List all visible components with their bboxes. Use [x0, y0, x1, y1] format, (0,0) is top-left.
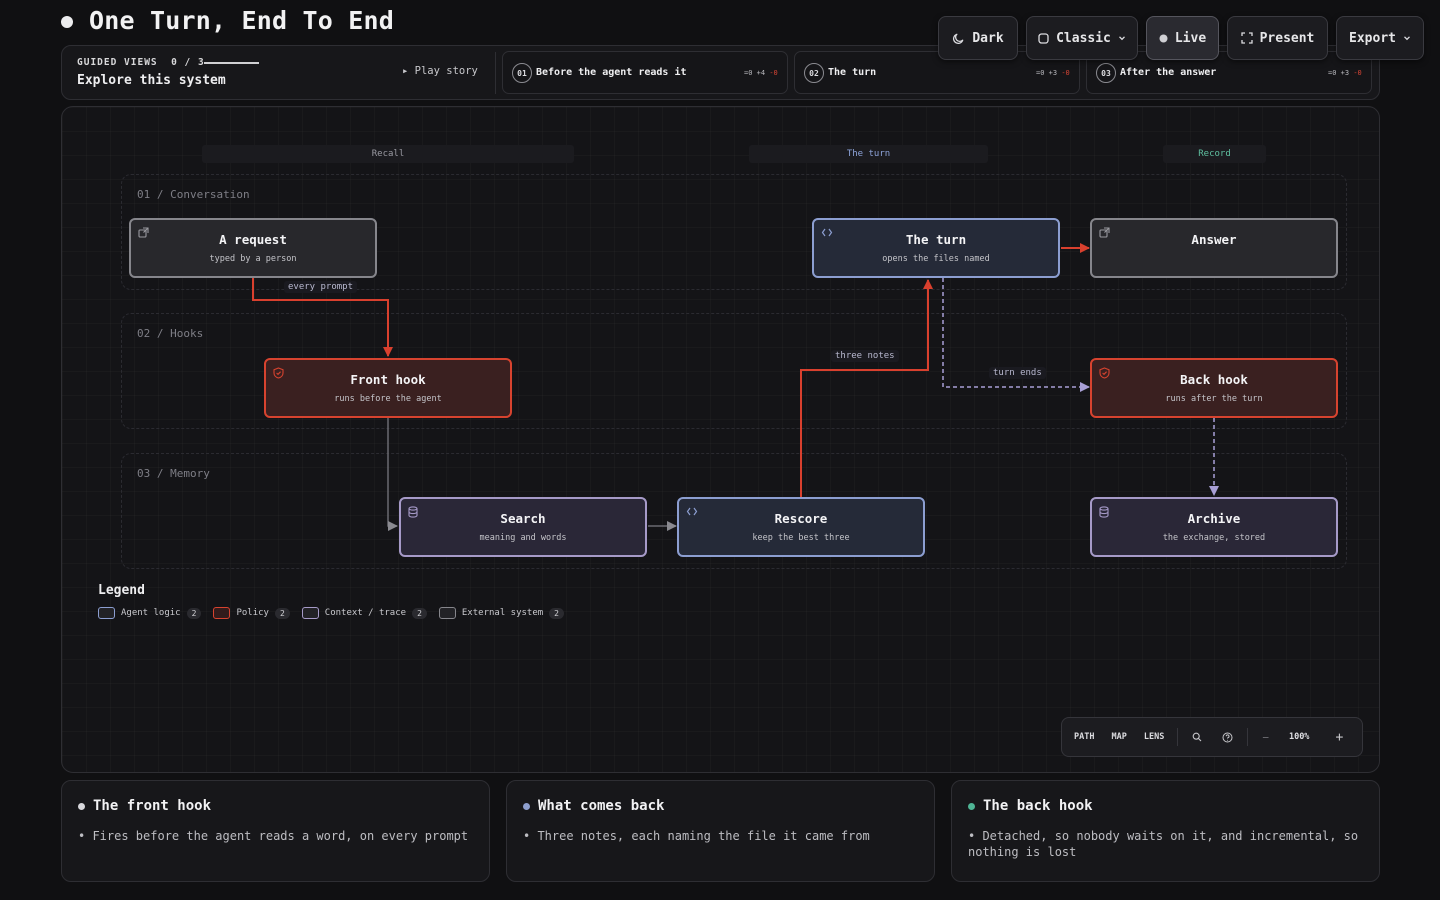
external-link-icon [138, 227, 149, 238]
node-title: Search [500, 511, 546, 526]
zoom-level: 100% [1288, 732, 1310, 742]
legend-swatch [301, 607, 319, 619]
legend-title: Legend [98, 583, 145, 598]
legend-count: 2 [412, 607, 427, 619]
edge-front-hook-to-search [387, 418, 398, 531]
card-title: What comes back [538, 798, 665, 814]
legend-item-policy[interactable]: Policy 2 [213, 607, 290, 619]
node-archive[interactable]: Archive the exchange, stored [1090, 497, 1338, 557]
node-title: Answer [1191, 232, 1237, 247]
node-title: A request [219, 232, 287, 247]
card-title: The front hook [93, 798, 212, 814]
node-title: The turn [905, 232, 967, 247]
node-title: Back hook [1180, 372, 1248, 387]
node-title: Front hook [350, 372, 426, 387]
path-button[interactable]: PATH [1074, 732, 1094, 742]
code-icon [686, 507, 698, 516]
edge-layer [252, 243, 1219, 531]
node-subtitle: meaning and words [479, 533, 567, 543]
legend-swatch [438, 607, 456, 619]
zoom-in-button[interactable]: + [1335, 730, 1343, 745]
help-icon [1222, 732, 1233, 742]
node-subtitle: the exchange, stored [1162, 533, 1266, 543]
controls-divider [1177, 728, 1179, 746]
legend-count: 2 [186, 607, 202, 619]
node-search[interactable]: Search meaning and words [399, 497, 647, 557]
legend-item-context-trace[interactable]: Context / trace 2 [301, 607, 427, 619]
card-body: • Three notes, each naming the file it c… [523, 829, 870, 843]
legend-count: 2 [549, 607, 564, 619]
node-title: Rescore [774, 511, 828, 526]
legend-swatch [213, 607, 231, 619]
node-subtitle: runs after the turn [1165, 394, 1263, 404]
legend-label: External system [461, 608, 544, 618]
search-icon [1192, 732, 1202, 742]
node-back-hook[interactable]: Back hook runs after the turn [1090, 358, 1338, 418]
legend: Agent logic 2 Policy 2 Context / trace 2… [98, 607, 564, 619]
legend-label: Policy [236, 608, 269, 618]
legend-label: Agent logic [121, 608, 181, 618]
node-request[interactable]: A request typed by a person [129, 218, 377, 278]
node-rescore[interactable]: Rescore keep the best three [677, 497, 925, 557]
code-icon [821, 228, 833, 237]
canvas-controls: PATH MAP LENS − 100% + [1061, 717, 1363, 757]
external-link-icon [1099, 227, 1110, 238]
card-back-hook: The back hook • Detached, so nobody wait… [951, 780, 1380, 882]
node-subtitle: typed by a person [209, 254, 297, 264]
controls-divider [1247, 728, 1249, 746]
lens-button[interactable]: LENS [1144, 732, 1164, 742]
legend-item-external-system[interactable]: External system 2 [438, 607, 564, 619]
map-button[interactable]: MAP [1111, 732, 1126, 742]
card-what-comes-back: What comes back • Three notes, each nami… [506, 780, 935, 882]
card-dot [523, 802, 530, 810]
edge-label-three-notes: three notes [831, 350, 899, 362]
card-body: • Fires before the agent reads a word, o… [78, 829, 469, 843]
node-subtitle: opens the files named [882, 254, 990, 264]
legend-swatch [98, 607, 115, 619]
card-dot [78, 802, 85, 810]
zoom-out-button[interactable]: − [1262, 731, 1269, 744]
legend-label: Context / trace [324, 608, 407, 618]
node-front-hook[interactable]: Front hook runs before the agent [264, 358, 512, 418]
node-subtitle: runs before the agent [334, 394, 442, 404]
search-button[interactable] [1192, 732, 1202, 742]
edge-label-every-prompt: every prompt [284, 281, 358, 293]
legend-count: 2 [274, 607, 290, 619]
database-icon [408, 506, 418, 518]
node-answer[interactable]: Answer [1090, 218, 1338, 278]
help-button[interactable] [1222, 732, 1233, 743]
shield-icon [1099, 367, 1110, 379]
database-icon [1099, 506, 1109, 518]
shield-icon [273, 367, 284, 379]
card-dot [968, 802, 975, 810]
node-title: Archive [1187, 511, 1241, 526]
node-turn[interactable]: The turn opens the files named [812, 218, 1060, 278]
edge-rescore-to-turn [800, 279, 933, 497]
card-body: • Detached, so nobody waits on it, and i… [968, 829, 1359, 859]
card-front-hook: The front hook • Fires before the agent … [61, 780, 490, 882]
edge-label-turn-ends: turn ends [989, 367, 1046, 379]
legend-item-agent-logic[interactable]: Agent logic 2 [98, 607, 202, 619]
node-subtitle: keep the best three [752, 533, 850, 543]
card-title: The back hook [983, 798, 1093, 814]
